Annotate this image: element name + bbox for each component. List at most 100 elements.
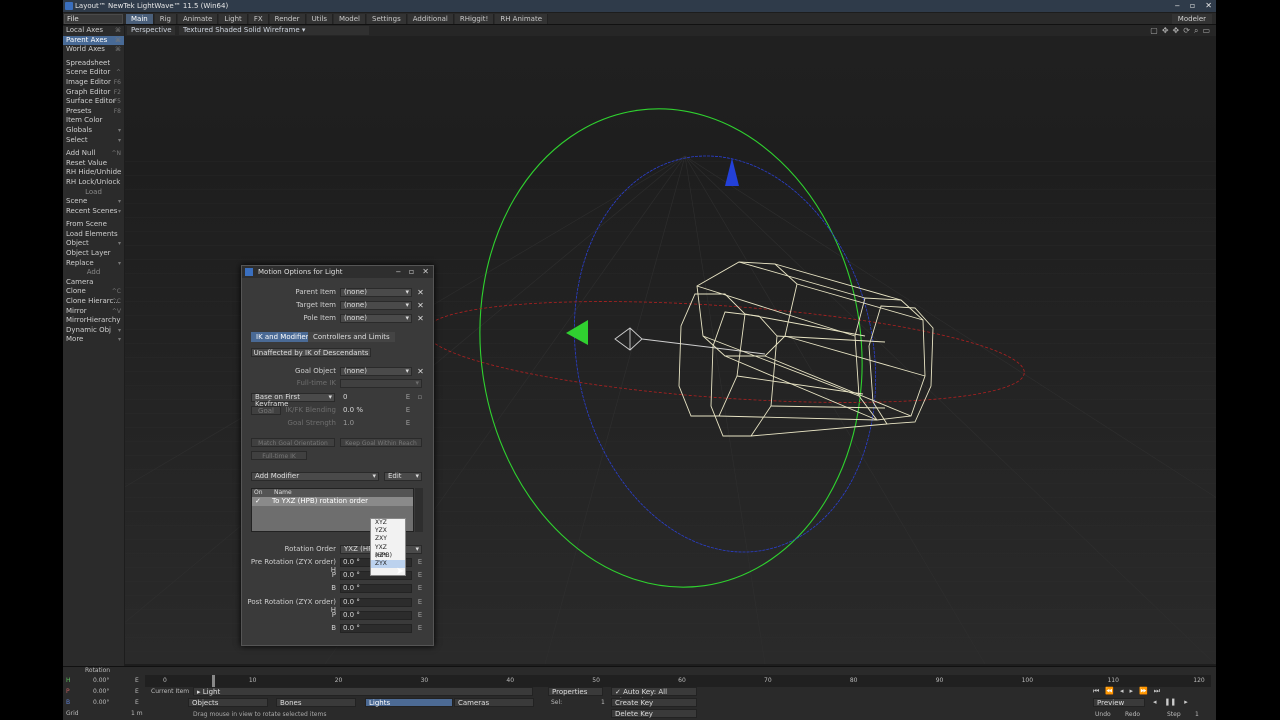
sidebar-item-presets[interactable]: Presets F8	[63, 107, 124, 117]
sidebar-item-replace[interactable]: Replace ▾	[63, 259, 124, 269]
sidebar-item-rh-hide-unhide[interactable]: RH Hide/Unhide	[63, 168, 124, 178]
edit-modifier-select[interactable]: Edit	[384, 472, 422, 481]
properties-button[interactable]: Properties	[548, 687, 603, 696]
rotation-order-option[interactable]: YXZ (HPB)	[371, 544, 405, 559]
sidebar-item-rh-lock-unlock[interactable]: RH Lock/Unlock	[63, 178, 124, 188]
modeler-button[interactable]: Modeler	[1171, 14, 1212, 24]
channel-p-value[interactable]: 0.00°	[93, 687, 109, 696]
goal-strength-field[interactable]: 1.0	[340, 419, 402, 428]
sidebar-item-spreadsheet[interactable]: Spreadsheet	[63, 59, 124, 69]
pole-item-select[interactable]: (none)	[340, 314, 412, 323]
tab-controllers-and-limits[interactable]: Controllers and Limits	[308, 332, 395, 342]
sidebar-item-object[interactable]: Object ▾	[63, 239, 124, 249]
post-rotation-b-field[interactable]: 0.0 °	[340, 624, 412, 633]
rotation-order-option[interactable]: YZX	[371, 527, 405, 535]
base-frame-env-icon[interactable]: E	[404, 393, 412, 401]
next-key-icon[interactable]: ⏩	[1139, 687, 1148, 696]
sidebar-item-parent-axes[interactable]: Parent Axes ⌘	[63, 35, 124, 46]
maximize-icon[interactable]: ▫	[1190, 0, 1195, 12]
delete-key-button[interactable]: Delete Key	[611, 709, 697, 718]
frame-slider-handle[interactable]	[212, 675, 215, 687]
goal-strength-env-icon[interactable]: E	[404, 419, 412, 427]
parent-item-clear-icon[interactable]: ✕	[416, 288, 425, 297]
rotation-order-option[interactable]: XYZ	[371, 519, 405, 527]
sidebar-item-image-editor[interactable]: Image Editor F6	[63, 78, 124, 88]
tab-main[interactable]: Main	[126, 14, 154, 24]
checkmark-icon[interactable]: ✓	[255, 497, 261, 506]
full-time-ik-select[interactable]	[340, 379, 422, 388]
sidebar-item-object-layer[interactable]: Object Layer	[63, 249, 124, 259]
redo-button[interactable]: Redo	[1125, 710, 1140, 719]
ik-fk-blending-env-icon[interactable]: E	[404, 406, 412, 414]
list-item[interactable]: ✓ To YXZ (HPB) rotation order	[252, 497, 413, 506]
tab-model[interactable]: Model	[333, 14, 366, 24]
sidebar-item-world-axes[interactable]: World Axes ⌘	[63, 45, 124, 55]
sidebar-item-load-elements[interactable]: Load Elements	[63, 230, 124, 240]
close-icon[interactable]: ✕	[1205, 0, 1212, 12]
post-rotation-h-field[interactable]: 0.0 °	[340, 598, 412, 607]
sidebar-item-scene-editor[interactable]: Scene Editor ^	[63, 68, 124, 78]
go-to-start-icon[interactable]: ⏮	[1093, 687, 1099, 696]
minimize-icon[interactable]: ‒	[1175, 0, 1180, 12]
pause-icon[interactable]: ❚❚	[1165, 698, 1177, 706]
sidebar-item-surface-editor[interactable]: Surface Editor F5	[63, 97, 124, 107]
add-modifier-select[interactable]: Add Modifier	[251, 472, 379, 481]
tab-rh-animate[interactable]: RH Animate	[495, 14, 549, 24]
pre-rotation-b-field[interactable]: 0.0 °	[340, 584, 412, 593]
sidebar-item-from-scene[interactable]: From Scene	[63, 220, 124, 230]
create-key-button[interactable]: Create Key	[611, 698, 697, 707]
sidebar-item-clone[interactable]: Clone ^C	[63, 287, 124, 297]
parent-item-select[interactable]: (none)	[340, 288, 412, 297]
reverse-play-icon[interactable]: ◂	[1153, 698, 1157, 706]
tab-settings[interactable]: Settings	[367, 14, 407, 24]
pan-view-icon[interactable]: ✥	[1173, 26, 1180, 36]
post-rotation-h-env-icon[interactable]: E	[416, 598, 424, 606]
dialog-title-bar[interactable]: Motion Options for Light ‒ ▫ ✕	[242, 266, 433, 278]
channel-b-env-icon[interactable]: E	[135, 698, 139, 707]
tab-fx[interactable]: FX	[248, 14, 269, 24]
unaffected-by-ik-button[interactable]: Unaffected by IK of Descendants	[251, 348, 371, 357]
base-frame-lock-icon[interactable]: ▫	[416, 393, 424, 401]
sidebar-item-reset-value[interactable]: Reset Value	[63, 159, 124, 169]
forward-play-icon[interactable]: ▸	[1184, 698, 1188, 706]
sidebar-item-local-axes[interactable]: Local Axes ⌘	[63, 26, 124, 36]
post-rotation-p-field[interactable]: 0.0 °	[340, 611, 412, 620]
zoom-view-icon[interactable]: ⌕	[1194, 26, 1198, 36]
file-menu-button[interactable]: File	[64, 14, 123, 24]
tab-render[interactable]: Render	[269, 14, 306, 24]
tab-light[interactable]: Light	[219, 14, 248, 24]
step-value[interactable]: 1	[1195, 710, 1199, 719]
sidebar-item-add-null[interactable]: Add Null ^N	[63, 149, 124, 159]
channel-b-value[interactable]: 0.00°	[93, 698, 109, 707]
prev-frame-icon[interactable]: ◂	[1120, 687, 1124, 696]
sidebar-item-clone-hierarc[interactable]: Clone Hierarc... ^C	[63, 297, 124, 307]
viewport-layout-icon[interactable]: ▢	[1150, 26, 1158, 36]
base-frame-field[interactable]: 0	[340, 393, 402, 402]
filter-lights-button[interactable]: Lights	[365, 698, 453, 707]
filter-bones-button[interactable]: Bones	[276, 698, 356, 707]
post-rotation-b-env-icon[interactable]: E	[416, 624, 424, 632]
goal-object-clear-icon[interactable]: ✕	[416, 367, 425, 376]
rotation-order-option[interactable]: ZXY	[371, 535, 405, 543]
preview-select[interactable]: Preview	[1093, 698, 1145, 707]
base-on-first-keyframe-select[interactable]: Base on First Keyframe	[251, 393, 335, 408]
rotate-view-icon[interactable]: ⟳	[1183, 26, 1190, 36]
auto-key-select[interactable]: ✓ Auto Key: All Channels	[611, 687, 697, 705]
channel-h-env-icon[interactable]: E	[135, 676, 139, 685]
sidebar-item-scene[interactable]: Scene ▾	[63, 197, 124, 207]
maximize-view-icon[interactable]: ▭	[1202, 26, 1210, 36]
sidebar-item-more[interactable]: More ▾	[63, 335, 124, 345]
filter-objects-button[interactable]: Objects	[188, 698, 268, 707]
pre-rotation-h-env-icon[interactable]: E	[416, 558, 424, 566]
sidebar-item-dynamic-obj[interactable]: Dynamic Obj ▾	[63, 326, 124, 336]
target-item-clear-icon[interactable]: ✕	[416, 301, 425, 310]
post-rotation-p-env-icon[interactable]: E	[416, 611, 424, 619]
timeline-ruler[interactable]: 0 10 20 30 40 50 60 70 80 90 100 110 120	[145, 675, 1211, 687]
grid-value[interactable]: 1 m	[131, 709, 143, 718]
sidebar-item-mirrorhierarchy[interactable]: MirrorHierarchy	[63, 316, 124, 326]
go-to-end-icon[interactable]: ⏭	[1154, 687, 1160, 696]
sidebar-item-select[interactable]: Select ▾	[63, 136, 124, 146]
sidebar-item-item-color[interactable]: Item Color	[63, 116, 124, 126]
tab-utils[interactable]: Utils	[306, 14, 333, 24]
target-item-select[interactable]: (none)	[340, 301, 412, 310]
